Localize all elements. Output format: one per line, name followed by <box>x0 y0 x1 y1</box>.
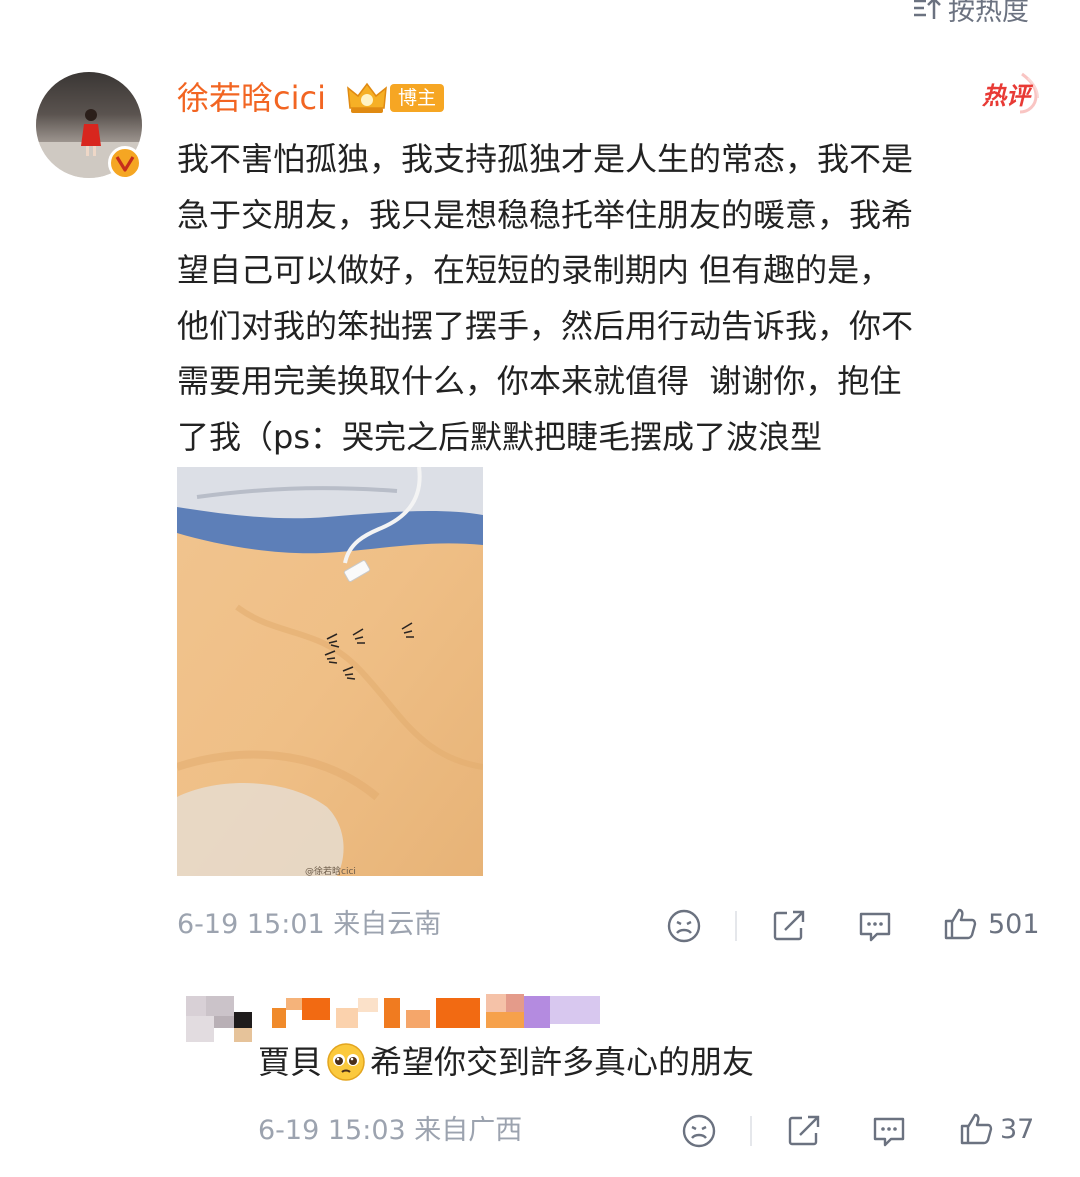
comment-like-button[interactable]: 37 <box>958 1111 1034 1147</box>
like-button[interactable]: 501 <box>942 906 1040 942</box>
verified-v-icon <box>108 146 142 180</box>
comment-timestamp-location: 6-19 15:03 来自广西 <box>258 1115 523 1146</box>
sort-label: 按热度 <box>948 0 1029 27</box>
share-icon <box>771 908 807 944</box>
dislike-button[interactable] <box>666 908 702 944</box>
post-text: 我不害怕孤独，我支持孤独才是人生的常态，我不是 急于交朋友，我只是想稳稳托举住朋… <box>177 140 914 456</box>
comment-dislike-button[interactable] <box>681 1113 717 1149</box>
comment-repost-button[interactable] <box>786 1113 822 1149</box>
comment-reply-button[interactable] <box>871 1113 907 1149</box>
comment-text: 賈貝 希望你交到許多真心的朋友 <box>258 1040 754 1084</box>
comment-icon <box>857 908 893 944</box>
sad-face-icon <box>681 1113 717 1149</box>
repost-button[interactable] <box>771 908 807 944</box>
crown-icon <box>346 80 388 116</box>
comment-text-before: 賈貝 <box>258 1043 323 1081</box>
post-timestamp-location: 6-19 15:01 来自云南 <box>177 909 442 940</box>
comment-text-after: 希望你交到許多真心的朋友 <box>370 1043 755 1081</box>
blogger-badge: 博主 <box>390 84 445 112</box>
comment-like-count: 37 <box>1000 1113 1035 1145</box>
hot-comment-badge: 热评 <box>978 70 1044 114</box>
comment-button[interactable] <box>857 908 893 944</box>
share-icon <box>786 1113 822 1149</box>
divider <box>750 1116 752 1146</box>
thumbs-up-icon <box>942 906 978 942</box>
username[interactable]: 徐若晗cici <box>177 78 326 118</box>
like-count: 501 <box>988 908 1040 940</box>
comment-icon <box>871 1113 907 1149</box>
sort-icon <box>912 0 942 21</box>
sad-face-icon <box>666 908 702 944</box>
pleading-face-emoji <box>326 1042 366 1082</box>
divider <box>735 911 737 941</box>
thumbs-up-icon <box>958 1111 994 1147</box>
sort-by-hot-button[interactable]: 按热度 <box>912 0 1029 28</box>
image-watermark: @徐若晗cici <box>305 867 356 876</box>
post-image[interactable]: @徐若晗cici <box>177 467 483 876</box>
hot-comment-label: 热评 <box>982 82 1030 110</box>
